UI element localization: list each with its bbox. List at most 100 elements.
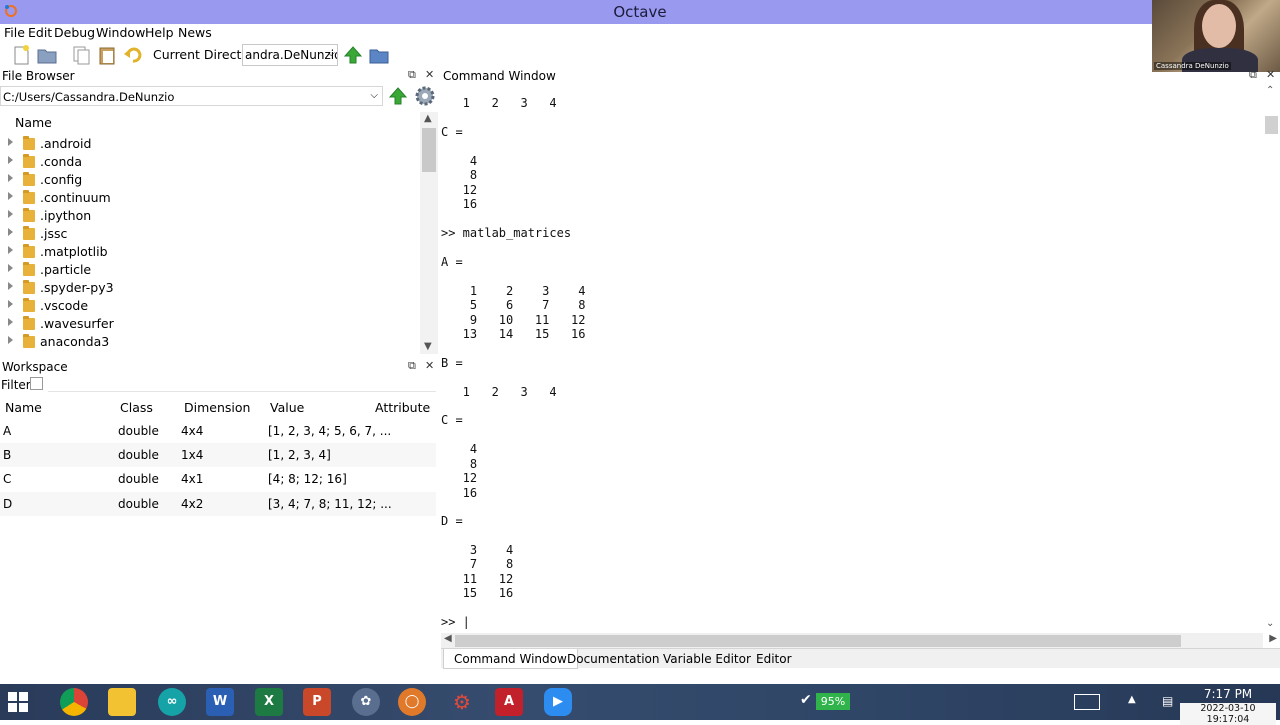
wifi-icon[interactable]: ▤ (1162, 694, 1173, 708)
shield-icon[interactable]: ✔ (800, 692, 814, 710)
scrollbar-thumb[interactable] (455, 635, 1181, 647)
expand-arrow-icon[interactable] (8, 264, 13, 272)
expand-arrow-icon[interactable] (8, 210, 13, 218)
battery-indicator[interactable]: 95% (816, 693, 850, 710)
menu-news[interactable]: News (178, 25, 212, 40)
command-window-scrollbar[interactable]: ⌃ ⌄ (1263, 85, 1280, 631)
expand-arrow-icon[interactable] (8, 138, 13, 146)
network-app-icon[interactable]: ✿ (352, 688, 380, 716)
file-browser-name-column[interactable]: Name (15, 115, 52, 130)
list-item[interactable]: .particle (0, 261, 420, 279)
list-item[interactable]: .conda (0, 153, 420, 171)
filter-checkbox[interactable] (30, 377, 43, 390)
menu-edit[interactable]: Edit (28, 25, 52, 40)
menu-file[interactable]: File (4, 25, 25, 40)
expand-arrow-icon[interactable] (8, 246, 13, 254)
file-browser-scrollbar[interactable]: ▲ ▼ (420, 112, 438, 354)
scroll-up-icon[interactable]: ⌃ (1266, 85, 1274, 96)
scroll-down-icon[interactable]: ⌄ (1266, 618, 1274, 629)
powerpoint-icon[interactable]: P (303, 688, 331, 716)
list-item[interactable]: .vscode (0, 297, 420, 315)
acrobat-icon[interactable]: A (495, 688, 523, 716)
system-clock[interactable]: 7:17 PM 2022-03-10 19:17:04 (1180, 687, 1276, 725)
scroll-right-icon[interactable]: ▶ (1269, 633, 1277, 644)
expand-arrow-icon[interactable] (8, 336, 13, 344)
zoom-icon[interactable]: ▶ (544, 688, 572, 716)
list-item[interactable]: anaconda3 (0, 333, 420, 351)
column-header-class[interactable]: Class (120, 400, 153, 415)
table-row[interactable]: B double 1x4 [1, 2, 3, 4] (0, 443, 436, 467)
column-header-dimension[interactable]: Dimension (184, 400, 250, 415)
expand-arrow-icon[interactable] (8, 156, 13, 164)
column-header-attribute[interactable]: Attribute (375, 400, 430, 415)
menu-debug[interactable]: Debug (54, 25, 95, 40)
tab-variable-editor[interactable]: Variable Editor (653, 649, 761, 669)
undock-icon[interactable]: ⧉ (408, 359, 416, 373)
browse-directory-icon[interactable] (368, 44, 390, 66)
tab-editor[interactable]: Editor (746, 649, 802, 669)
scrollbar-thumb[interactable] (1265, 116, 1278, 134)
copy-icon[interactable] (70, 44, 92, 66)
current-directory-select[interactable]: andra.DeNunzio ⌵ (242, 44, 338, 66)
webcam-overlay: Cassandra DeNunzio (1152, 0, 1280, 72)
list-item[interactable]: .ipython (0, 207, 420, 225)
table-row[interactable]: D double 4x2 [3, 4; 7, 8; 11, 12; ... (0, 492, 436, 516)
list-item[interactable]: .matplotlib (0, 243, 420, 261)
command-window-title: Command Window (443, 69, 556, 83)
list-item[interactable]: .config (0, 171, 420, 189)
keyboard-icon[interactable] (1074, 694, 1100, 710)
expand-arrow-icon[interactable] (8, 318, 13, 326)
list-item[interactable]: .android (0, 135, 420, 153)
file-explorer-icon[interactable] (108, 688, 136, 716)
filter-input[interactable] (48, 377, 436, 392)
list-item[interactable]: .jssc (0, 225, 420, 243)
close-icon[interactable]: ✕ (425, 359, 434, 372)
chrome-icon[interactable] (60, 688, 88, 716)
octave-taskbar-icon[interactable]: ◯ (398, 688, 426, 716)
scroll-up-icon[interactable]: ▲ (424, 113, 432, 124)
workspace-table: Name Class Dimension Value Attribute A d… (0, 396, 438, 666)
parent-directory-icon[interactable] (342, 44, 364, 66)
table-row[interactable]: A double 4x4 [1, 2, 3, 4; 5, 6, 7, ... (0, 419, 436, 443)
command-window-output[interactable]: 1 2 3 4 C = 4 8 12 16 >> matlab_matrices… (441, 86, 1263, 631)
output-line: C = (441, 413, 463, 427)
column-header-value[interactable]: Value (270, 400, 304, 415)
scroll-left-icon[interactable]: ◀ (444, 633, 452, 644)
list-item[interactable]: .wavesurfer (0, 315, 420, 333)
menu-window[interactable]: Window (96, 25, 145, 40)
new-file-icon[interactable] (10, 44, 32, 66)
folder-icon (23, 316, 35, 330)
paste-icon[interactable] (96, 44, 118, 66)
undock-icon[interactable]: ⧉ (408, 68, 416, 82)
chevron-up-icon[interactable]: ▲ (1128, 694, 1136, 705)
file-browser-path-select[interactable]: C:/Users/Cassandra.DeNunzio ⌵ (0, 86, 383, 106)
expand-arrow-icon[interactable] (8, 174, 13, 182)
close-icon[interactable]: ✕ (1266, 68, 1275, 81)
excel-icon[interactable]: X (255, 688, 283, 716)
word-icon[interactable]: W (206, 688, 234, 716)
command-prompt[interactable]: >> | (441, 615, 470, 629)
command-window-hscrollbar[interactable]: ◀ ▶ (441, 633, 1277, 649)
gear-app-icon[interactable]: ⚙ (448, 688, 476, 716)
list-item[interactable]: .continuum (0, 189, 420, 207)
gear-icon[interactable] (413, 84, 437, 108)
expand-arrow-icon[interactable] (8, 282, 13, 290)
list-item[interactable]: .spyder-py3 (0, 279, 420, 297)
menu-help[interactable]: Help (145, 25, 174, 40)
windows-start-icon[interactable] (8, 692, 28, 712)
scrollbar-thumb[interactable] (422, 128, 436, 172)
parent-directory-icon[interactable] (387, 85, 409, 107)
folder-icon (23, 154, 35, 168)
expand-arrow-icon[interactable] (8, 228, 13, 236)
column-header-name[interactable]: Name (5, 400, 42, 415)
expand-arrow-icon[interactable] (8, 192, 13, 200)
table-row[interactable]: C double 4x1 [4; 8; 12; 16] (0, 467, 436, 491)
undo-icon[interactable] (122, 44, 144, 66)
close-icon[interactable]: ✕ (425, 68, 434, 81)
expand-arrow-icon[interactable] (8, 300, 13, 308)
scroll-down-icon[interactable]: ▼ (424, 341, 432, 352)
output-line: 1 2 3 4 (441, 385, 557, 399)
open-folder-icon[interactable] (36, 44, 58, 66)
arduino-icon[interactable]: ∞ (158, 688, 186, 716)
undock-icon[interactable]: ⧉ (1249, 68, 1257, 82)
